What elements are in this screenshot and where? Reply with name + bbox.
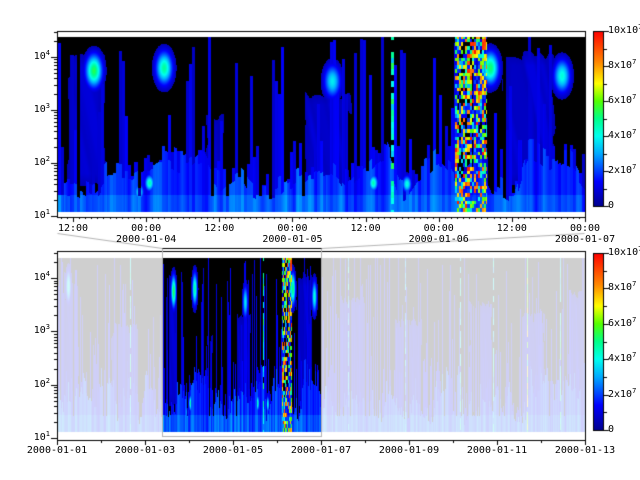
context-plot-area[interactable]	[57, 251, 585, 440]
detail-colorbar	[593, 31, 604, 206]
context-selection-box[interactable]	[162, 248, 321, 437]
detail-plot-area[interactable]	[57, 31, 585, 217]
context-colorbar	[593, 253, 604, 430]
spectrogram-figure: 12:0000:002000-01-0412:0000:002000-01-05…	[0, 0, 640, 480]
